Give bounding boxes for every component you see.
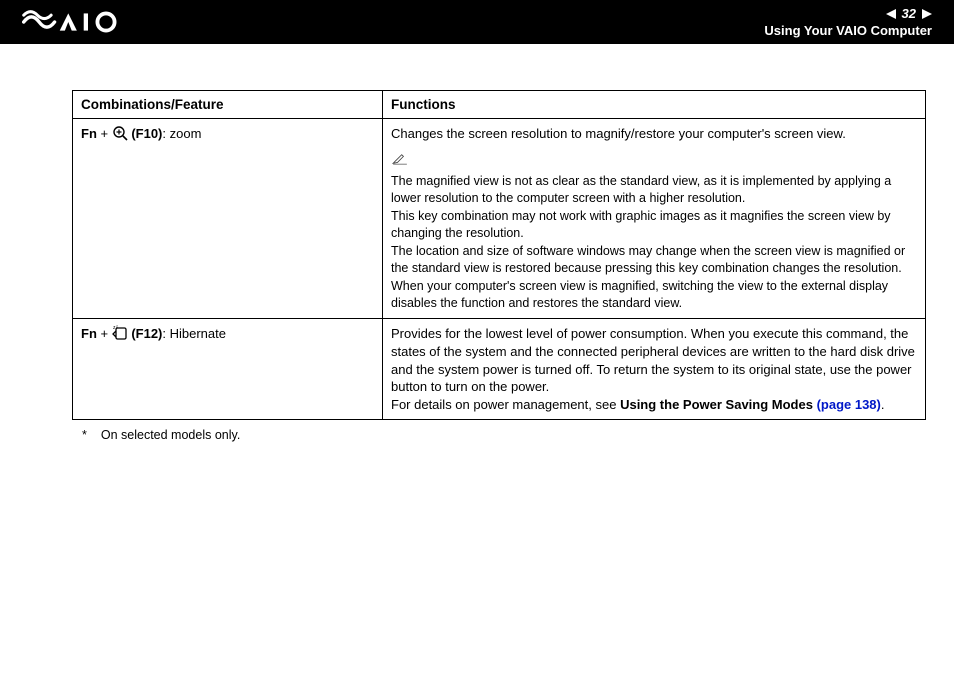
next-page-arrow-icon[interactable] xyxy=(922,9,932,19)
fn-key-label: Fn xyxy=(81,326,97,341)
note-line: The location and size of software window… xyxy=(391,243,917,277)
page-content: Combinations/Feature Functions Fn + (F10… xyxy=(0,44,954,442)
key-label: (F10) xyxy=(128,126,163,141)
prev-page-arrow-icon[interactable] xyxy=(886,9,896,19)
feature-label: : zoom xyxy=(162,126,201,141)
reference-title: Using the Power Saving Modes xyxy=(620,397,816,412)
function-detail: For details on power management, see Usi… xyxy=(391,396,917,414)
table-row: Fn + (F10): zoom Changes the screen reso… xyxy=(73,119,926,319)
page-reference-link[interactable]: (page 138) xyxy=(817,397,881,412)
fn-combinations-table: Combinations/Feature Functions Fn + (F10… xyxy=(72,90,926,420)
header-right: 32 Using Your VAIO Computer xyxy=(764,6,932,38)
table-header-combinations: Combinations/Feature xyxy=(73,91,383,119)
function-cell: Provides for the lowest level of power c… xyxy=(383,319,926,420)
page-navigator: 32 xyxy=(886,6,932,21)
magnify-icon xyxy=(112,125,128,141)
footnote-mark: * xyxy=(82,428,87,442)
hibernate-icon: zz xyxy=(112,325,128,341)
svg-text:z: z xyxy=(116,325,118,329)
page-number: 32 xyxy=(902,6,916,21)
function-description: Changes the screen resolution to magnify… xyxy=(391,125,917,143)
function-description: Provides for the lowest level of power c… xyxy=(391,325,917,395)
page-header: 32 Using Your VAIO Computer xyxy=(0,0,954,44)
footnote: * On selected models only. xyxy=(72,420,926,442)
vaio-logo xyxy=(22,10,142,34)
combination-cell: Fn + (F10): zoom xyxy=(73,119,383,319)
note-line: When your computer's screen view is magn… xyxy=(391,278,917,312)
note-line: This key combination may not work with g… xyxy=(391,208,917,242)
key-label: (F12) xyxy=(128,326,163,341)
footnote-text: On selected models only. xyxy=(101,428,240,442)
table-row: Fn + zz (F12): Hibernate Provides for th… xyxy=(73,319,926,420)
feature-label: : Hibernate xyxy=(162,326,226,341)
section-title: Using Your VAIO Computer xyxy=(764,23,932,38)
note-line: The magnified view is not as clear as th… xyxy=(391,173,917,207)
table-header-functions: Functions xyxy=(383,91,926,119)
pencil-note-icon xyxy=(391,153,409,170)
note-block: The magnified view is not as clear as th… xyxy=(391,153,917,312)
fn-key-label: Fn xyxy=(81,126,97,141)
combination-cell: Fn + zz (F12): Hibernate xyxy=(73,319,383,420)
function-cell: Changes the screen resolution to magnify… xyxy=(383,119,926,319)
